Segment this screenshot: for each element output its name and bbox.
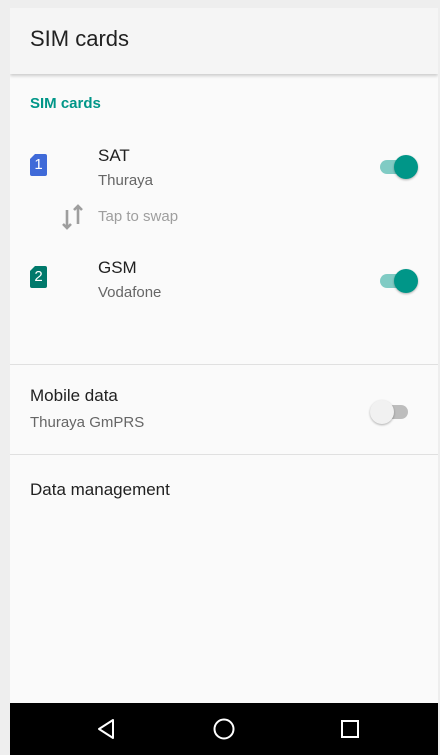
- toggle-thumb: [394, 155, 418, 179]
- mobile-data-subtitle: Thuraya GmPRS: [30, 414, 145, 431]
- divider: [10, 454, 438, 455]
- sim-row-gsm[interactable]: 2 GSM Vodafone: [10, 254, 438, 310]
- page-title: SIM cards: [30, 26, 130, 51]
- screen: SIM cards SIM cards 1 SAT Thuraya Tap to…: [0, 0, 440, 755]
- mobile-data-toggle[interactable]: [370, 400, 412, 424]
- recents-icon: [341, 720, 359, 738]
- home-icon: [213, 718, 235, 740]
- toggle-thumb: [394, 269, 418, 293]
- sim-2-toggle[interactable]: [378, 269, 418, 293]
- sim-carrier: Thuraya: [98, 172, 154, 189]
- sim-1-icon: 1: [30, 154, 47, 176]
- sim-name: GSM: [98, 258, 137, 277]
- home-button[interactable]: [194, 703, 254, 755]
- sim-carrier: Vodafone: [98, 284, 162, 301]
- swap-row[interactable]: Tap to swap: [10, 204, 438, 232]
- recents-button[interactable]: [320, 703, 380, 755]
- data-management-title: Data management: [30, 480, 170, 499]
- data-management-row[interactable]: Data management: [10, 470, 438, 510]
- mobile-data-row[interactable]: Mobile data Thuraya GmPRS: [10, 380, 438, 450]
- app-bar: SIM cards: [10, 8, 438, 74]
- sim-row-sat[interactable]: 1 SAT Thuraya: [10, 142, 438, 198]
- back-button[interactable]: [76, 703, 136, 755]
- sim-2-icon: 2: [30, 266, 47, 288]
- sim-name: SAT: [98, 146, 130, 165]
- swap-vertical-icon: [62, 204, 83, 230]
- toggle-thumb: [370, 400, 394, 424]
- sim-1-toggle[interactable]: [378, 155, 418, 179]
- mobile-data-title: Mobile data: [30, 386, 118, 405]
- back-icon: [98, 719, 114, 739]
- divider: [10, 364, 438, 365]
- swap-label: Tap to swap: [98, 208, 179, 225]
- navigation-bar: [10, 703, 438, 755]
- section-header-sim-cards: SIM cards: [30, 95, 101, 112]
